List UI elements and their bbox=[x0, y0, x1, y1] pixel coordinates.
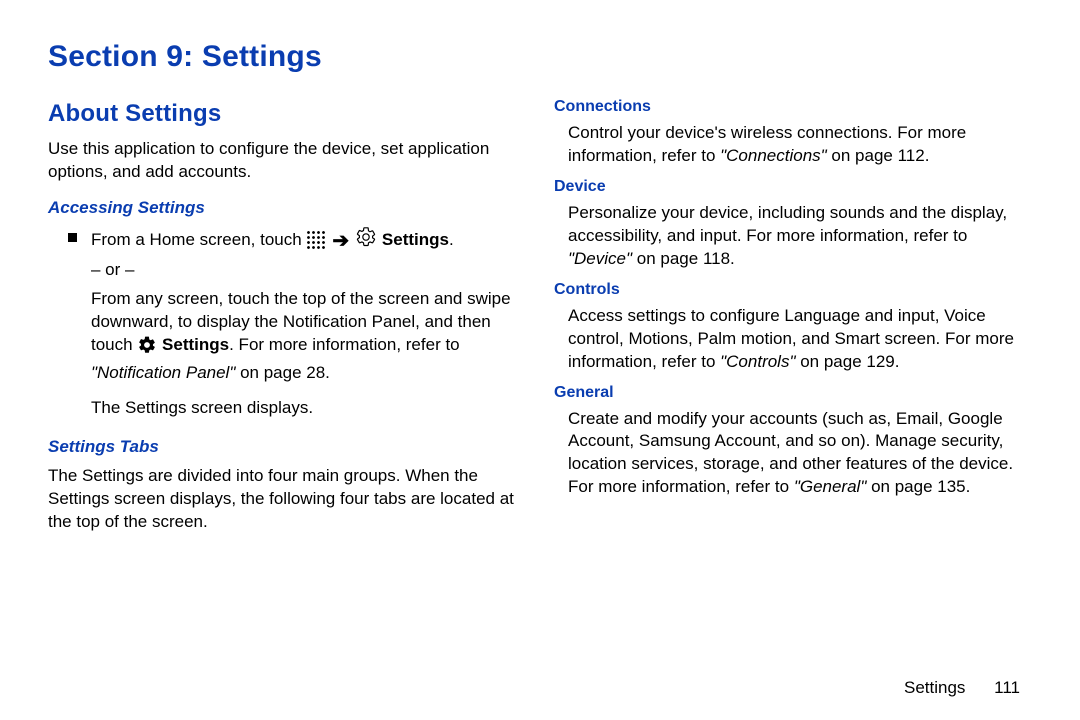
step-1-prefix: From a Home screen, touch bbox=[91, 230, 306, 249]
step-2-ref-tail: on page 28. bbox=[235, 363, 330, 382]
manual-page: Section 9: Settings About Settings Use t… bbox=[0, 0, 1080, 720]
controls-heading: Controls bbox=[554, 281, 1032, 299]
connections-body: Control your device's wireless connectio… bbox=[554, 122, 1032, 168]
page-footer: Settings 111 bbox=[904, 678, 1020, 698]
settings-tabs-heading: Settings Tabs bbox=[48, 437, 526, 457]
about-settings-heading: About Settings bbox=[48, 100, 526, 128]
step-2-settings-word: Settings bbox=[162, 335, 229, 354]
step-1-icons: ➔ bbox=[306, 226, 377, 255]
two-column-layout: About Settings Use this application to c… bbox=[48, 92, 1032, 544]
step-1-suffix: . bbox=[449, 230, 454, 249]
gear-outline-icon bbox=[355, 226, 377, 255]
apps-grid-icon bbox=[306, 230, 326, 250]
arrow-right-icon: ➔ bbox=[332, 231, 349, 251]
general-ref-italic: "General" bbox=[794, 477, 867, 496]
step-2-paragraph: From any screen, touch the top of the sc… bbox=[91, 288, 526, 385]
general-body: Create and modify your accounts (such as… bbox=[554, 408, 1032, 500]
step-2-b: . For more information, refer to bbox=[229, 335, 460, 354]
section-title: Section 9: Settings bbox=[48, 40, 1032, 74]
about-settings-body: Use this application to configure the de… bbox=[48, 138, 526, 184]
gear-solid-icon bbox=[137, 335, 157, 362]
controls-ref-tail: on page 129. bbox=[796, 352, 900, 371]
device-ref-italic: "Device" bbox=[568, 249, 632, 268]
footer-page-number: 111 bbox=[994, 678, 1020, 697]
device-body: Personalize your device, including sound… bbox=[554, 202, 1032, 271]
controls-body: Access settings to configure Language an… bbox=[554, 305, 1032, 374]
step-1-line: From a Home screen, touch ➔ Settings. bbox=[91, 226, 526, 255]
general-ref-tail: on page 135. bbox=[866, 477, 970, 496]
step-3: The Settings screen displays. bbox=[91, 397, 526, 420]
connections-heading: Connections bbox=[554, 98, 1032, 116]
connections-ref-italic: "Connections" bbox=[720, 146, 827, 165]
controls-ref-italic: "Controls" bbox=[720, 352, 795, 371]
general-heading: General bbox=[554, 384, 1032, 402]
accessing-settings-heading: Accessing Settings bbox=[48, 198, 526, 218]
device-ref-tail: on page 118. bbox=[632, 249, 735, 268]
footer-label: Settings bbox=[904, 678, 965, 697]
step-1-settings-word: Settings bbox=[382, 230, 449, 249]
square-bullet-icon bbox=[68, 233, 77, 242]
step-2-ref-italic: "Notification Panel" bbox=[91, 363, 235, 382]
device-heading: Device bbox=[554, 178, 1032, 196]
connections-ref-tail: on page 112. bbox=[827, 146, 930, 165]
device-body-a: Personalize your device, including sound… bbox=[568, 203, 1007, 245]
settings-tabs-body: The Settings are divided into four main … bbox=[48, 465, 526, 534]
left-column: About Settings Use this application to c… bbox=[48, 92, 526, 544]
right-column: Connections Control your device's wirele… bbox=[554, 92, 1032, 544]
step-1-content: From a Home screen, touch ➔ Settings. – … bbox=[91, 226, 526, 420]
step-1-or: – or – bbox=[91, 259, 526, 282]
step-1-row: From a Home screen, touch ➔ Settings. – … bbox=[48, 226, 526, 420]
